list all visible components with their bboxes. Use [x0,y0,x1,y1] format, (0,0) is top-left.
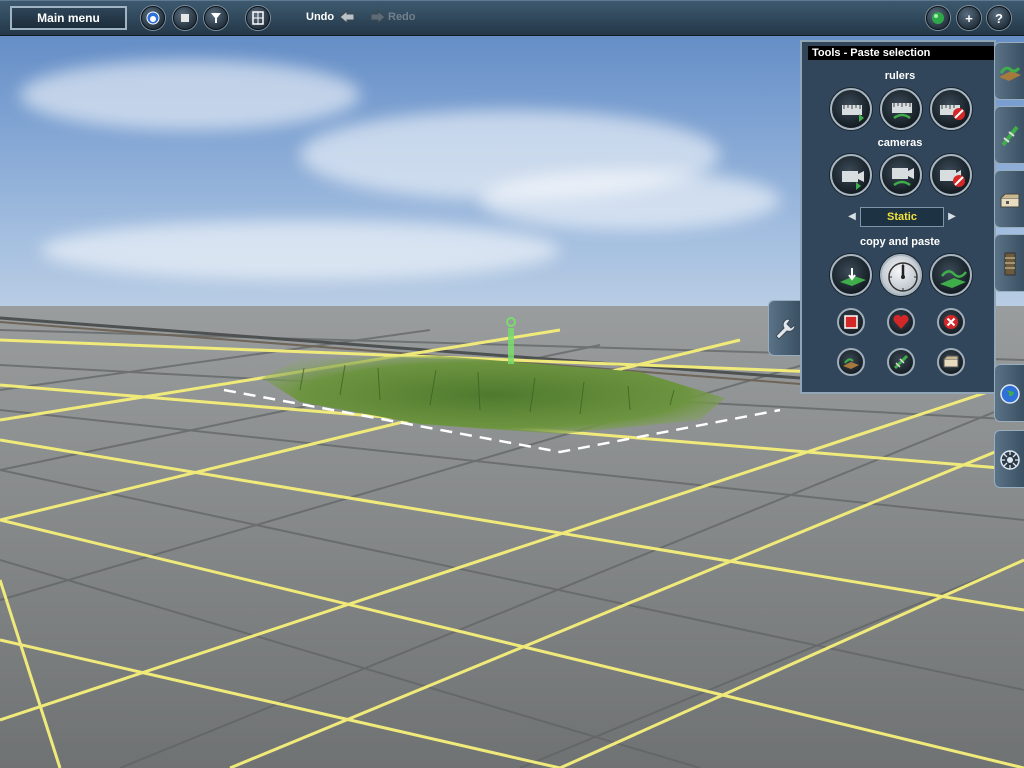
objects-filter-button[interactable] [937,348,965,376]
move-camera-button[interactable] [880,154,922,196]
stop-icon [181,14,189,22]
copy-selection-button[interactable] [830,254,872,296]
tools-panel-title: Tools - Paste selection [808,46,994,60]
copy-paste-label: copy and paste [859,236,941,248]
tools-tab[interactable] [768,300,800,356]
camera-delete-icon [940,170,965,187]
rulers-label: rulers [884,70,916,82]
main-menu-button[interactable]: Main menu [10,6,127,30]
terrain-tab[interactable] [994,42,1024,100]
delete-camera-button[interactable] [930,154,972,196]
paste-selection-button[interactable] [880,254,922,296]
copy-terrain-icon [840,268,866,286]
track-filter-button[interactable] [887,348,915,376]
cameras-label: cameras [877,137,923,149]
terrain-filter-button[interactable] [837,348,865,376]
globe-tab[interactable] [994,364,1024,422]
move-ruler-button[interactable] [880,88,922,130]
ruler-add-icon [842,105,864,122]
help-button[interactable]: ? [987,6,1011,30]
gem-icon [932,12,944,24]
undo-label[interactable]: Undo [306,11,334,23]
redo-arrow-icon[interactable] [370,9,386,25]
close-icon [944,315,958,329]
stop-button[interactable] [173,6,197,30]
track-icon [893,354,909,370]
ruler-move-icon [892,103,912,120]
rail-tab[interactable] [994,234,1024,292]
undo-arrow-icon[interactable] [339,9,355,25]
track-tab-icon [1001,125,1019,147]
track-tab[interactable] [994,106,1024,164]
rotate-dial-icon [888,262,918,292]
grid-icon [252,11,264,25]
ruler-delete-icon [940,105,965,120]
terrain-tab-icon [999,66,1021,81]
select-heart-button[interactable] [887,308,915,336]
mode-prev-button[interactable]: ◀ [847,210,857,224]
add-button[interactable]: + [957,6,981,30]
terrain-icon [843,358,859,369]
add-camera-button[interactable] [830,154,872,196]
camera-move-icon [892,168,914,187]
select-square-icon [844,315,858,329]
filter-icon [211,13,221,23]
rail-tab-icon [1004,252,1016,276]
objects-tab-icon [1000,193,1020,208]
mode-next-button[interactable]: ▶ [947,210,957,224]
filter-button[interactable] [204,6,228,30]
objects-tab[interactable] [994,170,1024,228]
settings-tab-icon [1000,450,1020,470]
mode-selector[interactable]: Static [860,207,944,227]
tools-panel: Tools - Paste selection rulers cameras ◀… [800,40,996,394]
paste-terrain-icon [940,270,967,288]
delete-ruler-button[interactable] [930,88,972,130]
wrench-icon [775,318,796,340]
heart-icon [893,314,909,329]
redo-label[interactable]: Redo [388,11,416,23]
top-toolbar: Main menu Undo Redo + ? [0,0,1024,36]
add-ruler-button[interactable] [830,88,872,130]
grid-button[interactable] [246,6,270,30]
settings-tab[interactable] [994,430,1024,488]
globe-tab-icon [1000,384,1020,404]
paste-height-button[interactable] [930,254,972,296]
select-area-button[interactable] [837,308,865,336]
clear-selection-button[interactable] [937,308,965,336]
view-mode-button[interactable] [141,6,165,30]
gem-button[interactable] [926,6,950,30]
view-mode-icon [146,11,160,25]
objects-icon [943,355,959,368]
camera-add-icon [842,171,864,190]
